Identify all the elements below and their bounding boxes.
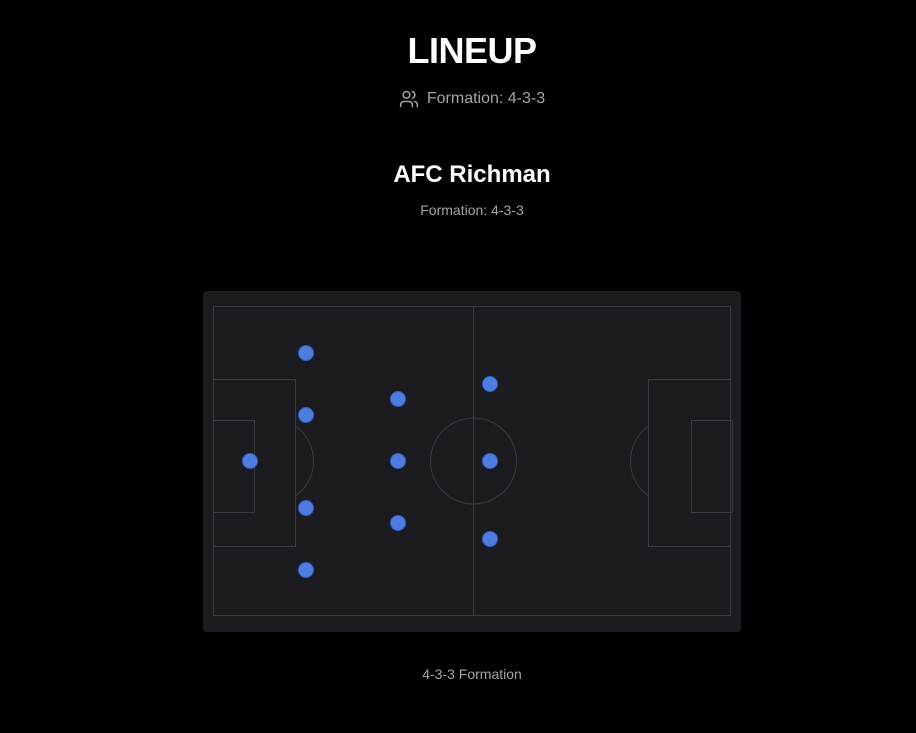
pitch-boundary <box>213 306 731 616</box>
player-marker-mid[interactable] <box>390 391 406 407</box>
players <box>242 345 498 578</box>
header-formation-label: Formation: 4-3-3 <box>426 90 546 107</box>
page-title: LINEUP <box>407 30 537 71</box>
team-name: AFC Richman <box>393 161 551 188</box>
pitch-caption: 4-3-3 Formation <box>422 666 522 682</box>
player-marker-mid[interactable] <box>390 453 406 469</box>
pitch <box>203 291 741 632</box>
player-marker-gk[interactable] <box>242 453 258 469</box>
player-marker-def[interactable] <box>298 500 314 516</box>
header-formation: Formation: 4-3-3 <box>0 88 916 110</box>
player-marker-def[interactable] <box>298 562 314 578</box>
player-marker-fwd[interactable] <box>482 531 498 547</box>
right-penalty-arc <box>630 425 649 497</box>
player-marker-fwd[interactable] <box>482 376 498 392</box>
right-penalty-area <box>648 379 731 547</box>
player-marker-fwd[interactable] <box>482 453 498 469</box>
right-goal-area <box>691 420 733 513</box>
team-formation: Formation: 4-3-3 <box>420 202 524 218</box>
left-penalty-arc <box>295 425 314 497</box>
users-icon <box>399 89 419 109</box>
pitch-markings <box>213 306 733 616</box>
player-marker-def[interactable] <box>298 407 314 423</box>
player-marker-def[interactable] <box>298 345 314 361</box>
player-marker-mid[interactable] <box>390 515 406 531</box>
